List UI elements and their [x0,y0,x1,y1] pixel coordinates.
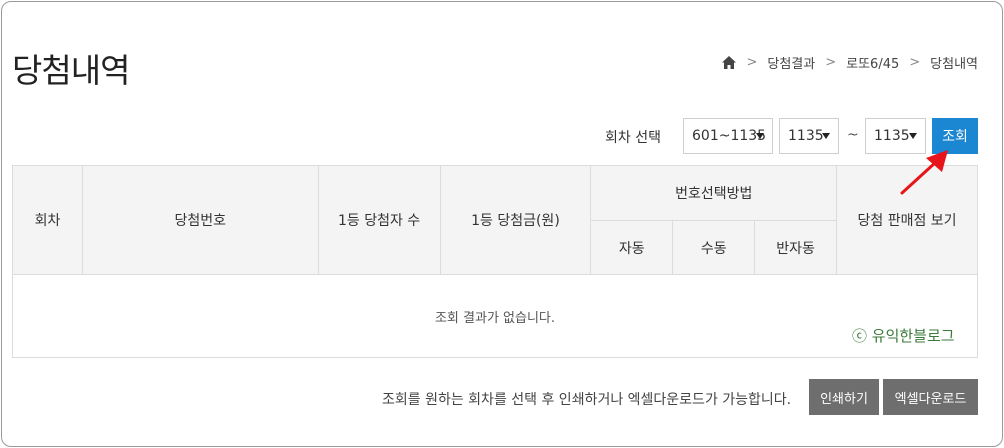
breadcrumb: > 당첨결과 > 로또6/45 > 당첨내역 [722,53,978,72]
round-filter: 회차 선택 601~1135 1135 ~ 1135 조회 [0,118,1004,154]
caret-down-icon [822,133,830,139]
home-icon[interactable] [722,56,737,69]
col-header-method: 번호선택방법 [590,165,838,221]
empty-message: 조회 결과가 없습니다. [12,274,978,358]
col-header-auto: 자동 [590,220,674,275]
col-header-semi-auto: 반자동 [754,220,838,275]
caret-down-icon [756,133,764,139]
breadcrumb-item-lotto[interactable]: 로또6/45 [846,53,899,72]
round-range-value: 601~1135 [692,128,767,144]
round-to-value: 1135 [874,128,910,144]
caret-down-icon [909,133,917,139]
breadcrumb-item-results[interactable]: 당첨결과 [767,53,815,72]
round-select-label: 회차 선택 [605,130,661,146]
round-from-select[interactable]: 1135 [779,118,839,154]
col-header-winners: 1등 당첨자 수 [317,165,441,275]
col-header-round: 회차 [12,165,83,275]
range-tilde: ~ [847,127,859,143]
col-header-manual: 수동 [672,220,756,275]
excel-download-button[interactable]: 엑셀다운로드 [883,379,978,415]
table-row: 조회 결과가 없습니다. [12,274,978,358]
red-arrow-annotation [900,150,948,195]
page-title: 당첨내역 [12,51,130,90]
chevron-right-icon: > [746,55,758,70]
chevron-right-icon: > [909,55,921,70]
breadcrumb-item-history[interactable]: 당첨내역 [930,53,978,72]
round-range-select[interactable]: 601~1135 [683,118,773,154]
round-from-value: 1135 [788,128,824,144]
results-table: 회차 당첨번호 1등 당첨자 수 1등 당첨금(원) 번호선택방법 당첨 판매점… [12,165,978,358]
col-header-prize: 1등 당첨금(원) [439,165,592,275]
watermark: ⓒ 유익한블로그 [852,327,955,345]
footer-hint: 조회를 원하는 회차를 선택 후 인쇄하거나 엑셀다운로드가 가능합니다. [382,392,792,408]
chevron-right-icon: > [825,55,837,70]
col-header-numbers: 당첨번호 [81,165,319,275]
print-button[interactable]: 인쇄하기 [809,379,879,415]
